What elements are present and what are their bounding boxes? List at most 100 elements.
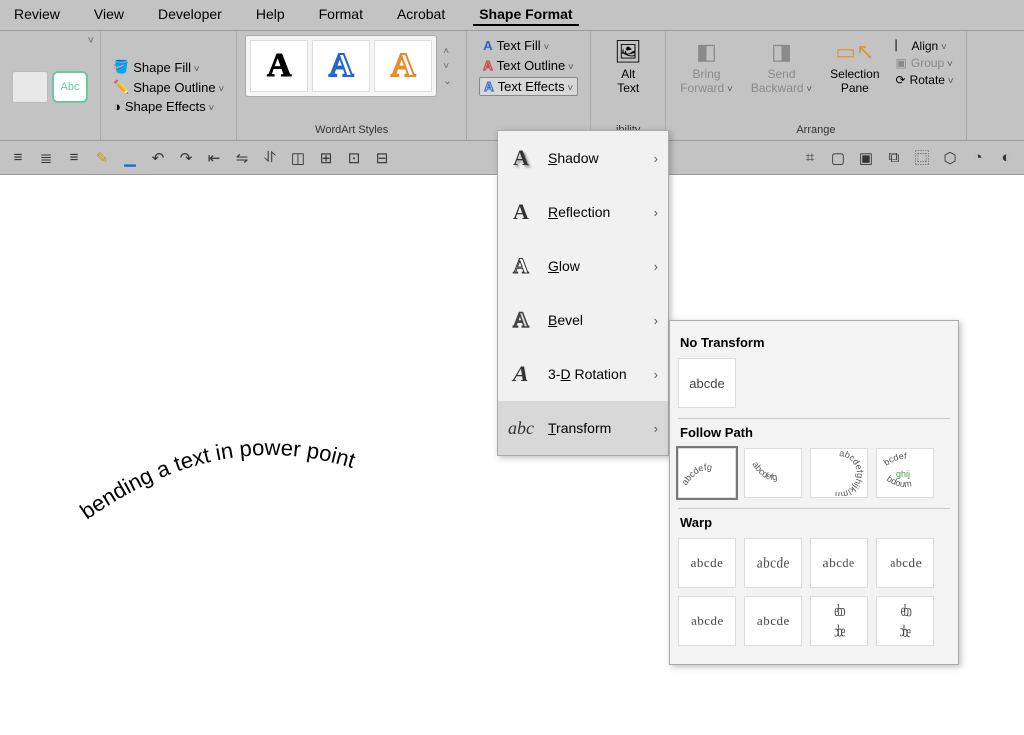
text-fill-button[interactable]: AText Fill	[479, 37, 578, 54]
group-icon: ▣	[896, 56, 907, 70]
reflection-icon: A	[508, 199, 534, 225]
svg-text:abcdefghijklmn: abcdefghijklmn	[834, 450, 865, 496]
tool-icon[interactable]: ≡	[8, 148, 28, 168]
underline-color-icon[interactable]: ▁	[120, 148, 140, 168]
chevron-right-icon: ›	[654, 421, 658, 436]
chevron-right-icon: ›	[654, 151, 658, 166]
gallery-down-icon[interactable]: ˅	[443, 61, 451, 72]
tool-icon[interactable]: ⬡	[940, 148, 960, 168]
shape-style-gallery[interactable]: Abc	[8, 67, 92, 107]
effects-icon: ◑	[113, 99, 121, 114]
dropdown-item-bevel[interactable]: A Bevel ›	[498, 293, 668, 347]
svg-text:abcdefg: abcdefg	[680, 462, 713, 487]
transform-option-warp[interactable]: abcde	[876, 538, 934, 588]
tab-shape-format[interactable]: Shape Format	[473, 4, 578, 26]
tab-review[interactable]: Review	[8, 4, 66, 26]
text-tools: AText Fill AText Outline AText Effects	[475, 35, 582, 98]
wordart-style-thumb[interactable]: A	[374, 40, 432, 92]
transform-option-none[interactable]: abcde	[678, 358, 736, 408]
gallery-up-icon[interactable]: ˄	[443, 46, 451, 57]
tab-view[interactable]: View	[88, 4, 130, 26]
transform-option-arch-up[interactable]: abcdefg	[678, 448, 736, 498]
alt-text-button[interactable]: 🖼 Alt Text	[599, 35, 657, 99]
transform-option-warp[interactable]: abcde	[744, 538, 802, 588]
tab-format[interactable]: Format	[313, 4, 369, 26]
send-backward-button[interactable]: ◨ Send Backward	[745, 35, 818, 99]
bring-forward-icon: ◧	[690, 39, 724, 65]
ribbon: Abc ˅ 🪣Shape Fill ✏️Shape Outline ◑Shape…	[0, 31, 1024, 141]
gallery-more-icon[interactable]: ˅	[88, 35, 94, 47]
tool-icon[interactable]: ≣	[36, 148, 56, 168]
group-label: WordArt Styles	[245, 124, 458, 138]
text-effects-icon: A	[484, 79, 493, 94]
shape-fill-button[interactable]: 🪣Shape Fill	[111, 58, 226, 76]
wordart-style-thumb[interactable]: A	[250, 40, 308, 92]
dropdown-item-3d-rotation[interactable]: A 3-D Rotation ›	[498, 347, 668, 401]
tab-acrobat[interactable]: Acrobat	[391, 4, 451, 26]
section-header: Warp	[680, 515, 950, 530]
rotate-icon: ⟳	[896, 73, 906, 87]
alt-text-icon: 🖼	[611, 39, 645, 65]
chevron-right-icon: ›	[654, 205, 658, 220]
dropdown-item-transform[interactable]: abc Transform ›	[498, 401, 668, 455]
transform-option-warp[interactable]: abcde	[810, 538, 868, 588]
gallery-more-icon[interactable]: ⌄	[443, 76, 451, 87]
tab-help[interactable]: Help	[250, 4, 291, 26]
transform-option-button[interactable]: bcdef ghij bdoum	[876, 448, 934, 498]
dropdown-item-shadow[interactable]: A Shadow ›	[498, 131, 668, 185]
highlighter-icon[interactable]: ✎	[92, 148, 112, 168]
tool-icon[interactable]: ⇤	[204, 148, 224, 168]
flip-h-icon[interactable]: ⇋	[232, 148, 252, 168]
align-button[interactable]: ⎸Align	[894, 37, 956, 54]
tab-developer[interactable]: Developer	[152, 4, 228, 26]
svg-text:ghij: ghij	[896, 469, 910, 479]
glow-icon: A	[508, 253, 534, 279]
dropdown-item-reflection[interactable]: A Reflection ›	[498, 185, 668, 239]
wordart-gallery[interactable]: A A A	[245, 35, 437, 97]
tool-icon[interactable]: ◫	[288, 148, 308, 168]
shape-style-thumb[interactable]	[12, 71, 48, 103]
section-header: Follow Path	[680, 425, 950, 440]
flip-v-icon[interactable]: ⥯	[260, 148, 280, 168]
shape-tools: 🪣Shape Fill ✏️Shape Outline ◑Shape Effec…	[109, 54, 228, 119]
text-effects-dropdown: A Shadow › A Reflection › A Glow › A Bev…	[497, 130, 669, 456]
tool-icon[interactable]: ↷	[176, 148, 196, 168]
transform-icon: abc	[508, 415, 534, 441]
shape-effects-button[interactable]: ◑Shape Effects	[111, 98, 226, 115]
wordart-style-thumb[interactable]: A	[312, 40, 370, 92]
transform-option-warp[interactable]: ebɔɔbe	[876, 596, 934, 646]
bevel-icon: A	[508, 307, 534, 333]
transform-option-arch-down[interactable]: abcdefg	[744, 448, 802, 498]
pencil-icon: ✏️	[113, 79, 129, 95]
crop-icon[interactable]: ⌗	[800, 148, 820, 168]
send-backward-icon: ◨	[765, 39, 799, 65]
tool-icon[interactable]: ⊡	[344, 148, 364, 168]
align-icon: ⎸	[896, 38, 908, 53]
tool-icon[interactable]: ⊞	[316, 148, 336, 168]
transform-option-warp[interactable]: ebɔɔbe	[810, 596, 868, 646]
tool-icon[interactable]: ◐	[996, 148, 1016, 168]
tool-icon[interactable]: ▣	[856, 148, 876, 168]
tool-icon[interactable]: ↶	[148, 148, 168, 168]
shape-style-thumb[interactable]: Abc	[52, 71, 88, 103]
rotate-button[interactable]: ⟳Rotate	[894, 72, 956, 88]
shape-outline-button[interactable]: ✏️Shape Outline	[111, 78, 226, 96]
tool-icon[interactable]: ⧉	[884, 148, 904, 168]
tool-icon[interactable]: ≡	[64, 148, 84, 168]
group-button[interactable]: ▣Group	[894, 55, 956, 71]
selection-pane-button[interactable]: ▭↖ Selection Pane	[824, 35, 885, 99]
transform-option-warp[interactable]: abcde	[678, 538, 736, 588]
transform-option-warp[interactable]: abcde	[678, 596, 736, 646]
curved-text-shape[interactable]: bending a text in power point	[60, 405, 480, 550]
tool-icon[interactable]: ◔	[968, 148, 988, 168]
selection-pane-icon: ▭↖	[838, 39, 872, 65]
transform-option-circle[interactable]: abcdefghijklmn	[810, 448, 868, 498]
tool-icon[interactable]: ⊟	[372, 148, 392, 168]
tool-icon[interactable]: ⿴	[912, 148, 932, 168]
text-effects-button[interactable]: AText Effects	[479, 77, 578, 96]
transform-option-warp[interactable]: abcde	[744, 596, 802, 646]
tool-icon[interactable]: ▢	[828, 148, 848, 168]
text-outline-button[interactable]: AText Outline	[479, 57, 578, 74]
bring-forward-button[interactable]: ◧ Bring Forward	[674, 35, 739, 99]
dropdown-item-glow[interactable]: A Glow ›	[498, 239, 668, 293]
